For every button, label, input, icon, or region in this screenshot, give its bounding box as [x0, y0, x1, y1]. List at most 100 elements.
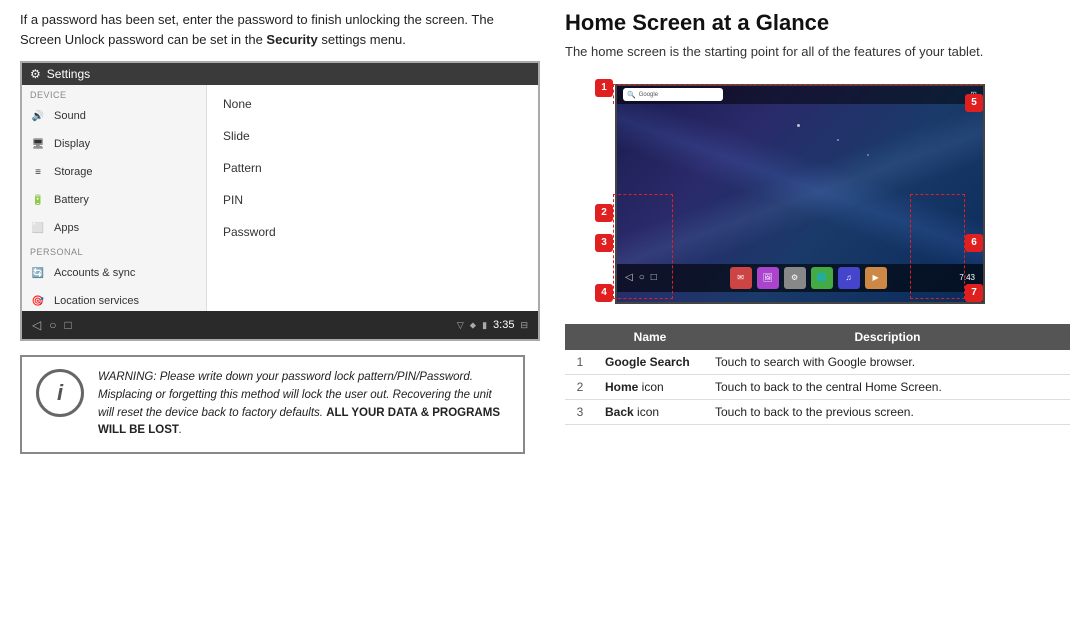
info-table: Name Description 1 Google Search Touch t…	[565, 324, 1070, 425]
intro-text: If a password has been set, enter the pa…	[20, 10, 525, 49]
row-num-3: 3	[565, 399, 595, 424]
location-label: Location services	[54, 295, 139, 307]
music-app-icon: ♫	[838, 267, 860, 289]
apps-icon: ⬜	[30, 220, 46, 236]
location-icon: 🎯	[30, 293, 46, 309]
personal-section-label: PERSONAL	[22, 242, 206, 259]
device-section-label: DEVICE	[22, 85, 206, 102]
table-header-name: Name	[595, 324, 705, 350]
battery-icon: 🔋	[30, 192, 46, 208]
google-label: Google	[639, 92, 658, 98]
star-dot-1	[797, 124, 800, 127]
callout-5: 5	[965, 94, 983, 112]
row-name-2: Home icon	[595, 374, 705, 399]
sidebar-item-sound[interactable]: 🔊 Sound	[22, 102, 206, 130]
callout-4: 4	[595, 284, 613, 302]
sound-icon: 🔊	[30, 108, 46, 124]
settings-body: DEVICE 🔊 Sound 🖥 Display ≡ Storage 🔋 Bat…	[22, 85, 538, 311]
battery-label: Battery	[54, 194, 89, 206]
display-icon: 🖥	[30, 136, 46, 152]
apps-label: Apps	[54, 222, 79, 234]
row-desc-1: Touch to search with Google browser.	[705, 350, 1070, 375]
table-row: 1 Google Search Touch to search with Goo…	[565, 350, 1070, 375]
settings-titlebar: ⚙ Settings	[22, 63, 538, 85]
status-bar-icons: ▽ ⬥ ▮ 3:35 ⊟	[457, 319, 528, 331]
table-row: 3 Back icon Touch to back to the previou…	[565, 399, 1070, 424]
star-dot-2	[837, 139, 839, 141]
page-subtitle: The home screen is the starting point fo…	[565, 42, 1070, 62]
status-time: 3:35	[493, 319, 514, 331]
page-title: Home Screen at a Glance	[565, 10, 1070, 36]
tablet-home-icon: ○	[639, 272, 645, 283]
accounts-label: Accounts & sync	[54, 267, 135, 279]
nav-bar-icons: ◁ ○ □	[32, 318, 72, 332]
display-label: Display	[54, 138, 90, 150]
callout-1: 1	[595, 79, 613, 97]
star-dot-3	[867, 154, 869, 156]
tablet-main-area	[617, 104, 983, 264]
settings-mockup: ⚙ Settings DEVICE 🔊 Sound 🖥 Display ≡ St…	[20, 61, 540, 341]
settings-bottom-bar: ◁ ○ □ ▽ ⬥ ▮ 3:35 ⊟	[22, 311, 538, 339]
callout-2: 2	[595, 204, 613, 222]
table-row: 2 Home icon Touch to back to the central…	[565, 374, 1070, 399]
settings-icon: ⚙	[30, 67, 41, 81]
tablet-bottom-bar: ◁ ○ □ ✉ 🖼 ⚙ 🌐 ♫ ▶ 7:43	[617, 264, 983, 292]
row-desc-2: Touch to back to the central Home Screen…	[705, 374, 1070, 399]
row-desc-3: Touch to back to the previous screen.	[705, 399, 1070, 424]
email-app-icon: ✉	[730, 267, 752, 289]
table-header-description: Description	[705, 324, 1070, 350]
option-slide[interactable]: Slide	[223, 125, 522, 147]
signal-icon: ▽	[457, 320, 464, 331]
back-nav-icon: ◁	[32, 318, 41, 332]
right-panel: Home Screen at a Glance The home screen …	[545, 0, 1090, 634]
callout-7: 7	[965, 284, 983, 302]
warning-box: i WARNING: Please write down your passwo…	[20, 355, 525, 454]
option-pattern[interactable]: Pattern	[223, 157, 522, 179]
sidebar-item-apps[interactable]: ⬜ Apps	[22, 214, 206, 242]
sidebar-item-battery[interactable]: 🔋 Battery	[22, 186, 206, 214]
callout-6: 6	[965, 234, 983, 252]
storage-label: Storage	[54, 166, 93, 178]
row-name-3: Back icon	[595, 399, 705, 424]
sidebar-item-storage[interactable]: ≡ Storage	[22, 158, 206, 186]
google-search-bar[interactable]: 🔍 Google	[623, 88, 723, 101]
table-header-num	[565, 324, 595, 350]
row-num-1: 1	[565, 350, 595, 375]
option-pin[interactable]: PIN	[223, 189, 522, 211]
video-app-icon: ▶	[865, 267, 887, 289]
settings-app-icon: ⚙	[784, 267, 806, 289]
recent-nav-icon: □	[64, 318, 71, 332]
settings-content: None Slide Pattern PIN Password	[207, 85, 538, 311]
sidebar-item-display[interactable]: 🖥 Display	[22, 130, 206, 158]
tablet-screen: 🔍 Google ⊞ ◁ ○ □ ✉	[615, 84, 985, 304]
accounts-icon: 🔄	[30, 265, 46, 281]
option-none[interactable]: None	[223, 93, 522, 115]
home-nav-icon: ○	[49, 318, 56, 332]
sidebar-item-location[interactable]: 🎯 Location services	[22, 287, 206, 311]
browser-app-icon: 🌐	[811, 267, 833, 289]
tablet-topbar: 🔍 Google ⊞	[617, 86, 983, 104]
settings-sidebar: DEVICE 🔊 Sound 🖥 Display ≡ Storage 🔋 Bat…	[22, 85, 207, 311]
settings-title: Settings	[47, 67, 90, 81]
info-icon: i	[57, 380, 63, 406]
wifi-icon: ⬥	[470, 320, 476, 331]
warning-text: WARNING: Please write down your password…	[98, 369, 509, 440]
search-icon: 🔍	[627, 91, 636, 99]
option-password[interactable]: Password	[223, 221, 522, 243]
sound-label: Sound	[54, 110, 86, 122]
gallery-app-icon: 🖼	[757, 267, 779, 289]
tablet-recent-icon: □	[651, 272, 657, 283]
tablet-clock: 7:43	[959, 273, 975, 282]
tablet-nav-icons: ◁ ○ □	[625, 272, 657, 283]
left-panel: If a password has been set, enter the pa…	[0, 0, 545, 634]
sidebar-item-accounts[interactable]: 🔄 Accounts & sync	[22, 259, 206, 287]
app-icons-row: ✉ 🖼 ⚙ 🌐 ♫ ▶	[730, 267, 887, 289]
storage-icon: ≡	[30, 164, 46, 180]
row-name-1: Google Search	[595, 350, 705, 375]
info-icon-circle: i	[36, 369, 84, 417]
home-screen-diagram: 1 5 🔍 Google ⊞	[565, 74, 985, 314]
wallpaper-streaks	[617, 104, 983, 264]
row-num-2: 2	[565, 374, 595, 399]
callout-3: 3	[595, 234, 613, 252]
battery-status-icon: ▮	[482, 320, 487, 331]
